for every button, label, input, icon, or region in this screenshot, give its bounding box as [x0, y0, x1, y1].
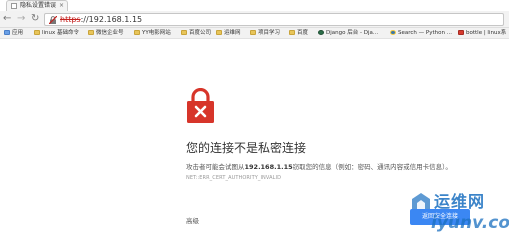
bookmark-yunwei[interactable]: 运维网 [216, 28, 241, 39]
broken-lock-warning-icon [187, 88, 214, 123]
toolbar: ← → ↻ https://192.168.1.15 [0, 11, 509, 28]
bookmark-wechat[interactable]: 微信企业号 [88, 28, 124, 39]
bookmark-projects[interactable]: 项目学习 [250, 28, 280, 39]
apps-grid-icon [4, 30, 10, 35]
python-icon [390, 30, 396, 35]
bookmark-linux-commands[interactable]: linux 基础命令 [34, 28, 79, 39]
folder-icon [216, 30, 222, 35]
bookmark-label: 运维网 [224, 30, 241, 36]
reload-icon[interactable]: ↻ [31, 13, 39, 25]
watermark-url: iyunv.com [431, 213, 509, 233]
django-icon [318, 30, 324, 35]
bookmark-label: 百度公司 [189, 30, 212, 36]
url-protocol: https [60, 15, 81, 24]
bookmark-label: 微信企业号 [96, 30, 124, 36]
url-text: https://192.168.1.15 [60, 14, 142, 26]
bookmark-yy-movies[interactable]: YY电影网站 [134, 28, 171, 39]
close-icon[interactable]: × [59, 1, 64, 10]
desc-text-before: 攻击者可能会试图从 [186, 163, 245, 171]
warning-description: 攻击者可能会试图从192.168.1.15窃取您的信息（例如：密码、通讯内容或信… [186, 163, 452, 172]
folder-icon [289, 30, 295, 35]
bookmark-apps[interactable]: 应用 [4, 28, 23, 39]
bookmark-python-search[interactable]: Search — Python ... [390, 28, 452, 39]
folder-icon [34, 30, 40, 35]
bookmark-label: bottle | linux系 [466, 30, 507, 36]
bottle-icon [458, 30, 464, 35]
page-title: 您的连接不是私密连接 [186, 141, 307, 155]
bookmark-label: 百度 [297, 30, 309, 36]
tab-privacy-error[interactable]: 隐私设置错误 × [6, 0, 68, 11]
address-bar[interactable]: https://192.168.1.15 [44, 13, 504, 26]
bookmark-label: linux 基础命令 [42, 30, 80, 36]
bookmark-label: 应用 [12, 30, 24, 36]
error-code: NET::ERR_CERT_AUTHORITY_INVALID [186, 175, 282, 181]
folder-icon [250, 30, 256, 35]
bookmark-baidu[interactable]: 百度 [289, 28, 308, 39]
bookmark-django[interactable]: Django 后台 - Dja... [318, 28, 378, 39]
folder-icon [181, 30, 187, 35]
bookmark-label: 项目学习 [258, 30, 281, 36]
bookmark-bottle[interactable]: bottle | linux系 [458, 28, 506, 39]
bookmark-label: Search — Python ... [398, 30, 452, 36]
url-host: ://192.168.1.15 [80, 15, 143, 24]
bookmarks-bar: 应用 linux 基础命令 微信企业号 YY电影网站 百度公司 运维网 项目学习… [0, 28, 509, 39]
back-arrow-icon[interactable]: ← [3, 13, 11, 25]
tab-title: 隐私设置错误 [20, 2, 57, 9]
bookmark-label: Django 后台 - Dja... [326, 30, 379, 36]
bookmark-label: YY电影网站 [142, 30, 171, 36]
advanced-link[interactable]: 高级 [186, 215, 199, 225]
page-icon [11, 3, 17, 9]
desc-text-after: 窃取您的信息（例如：密码、通讯内容或信用卡信息）。 [292, 163, 452, 171]
bookmark-baidu-company[interactable]: 百度公司 [181, 28, 211, 39]
tab-strip: 隐私设置错误 × [0, 0, 509, 11]
forward-arrow-icon[interactable]: → [17, 13, 25, 25]
desc-host: 192.168.1.15 [244, 163, 293, 171]
folder-icon [88, 30, 94, 35]
folder-icon [134, 30, 140, 35]
insecure-lock-icon [49, 16, 57, 24]
